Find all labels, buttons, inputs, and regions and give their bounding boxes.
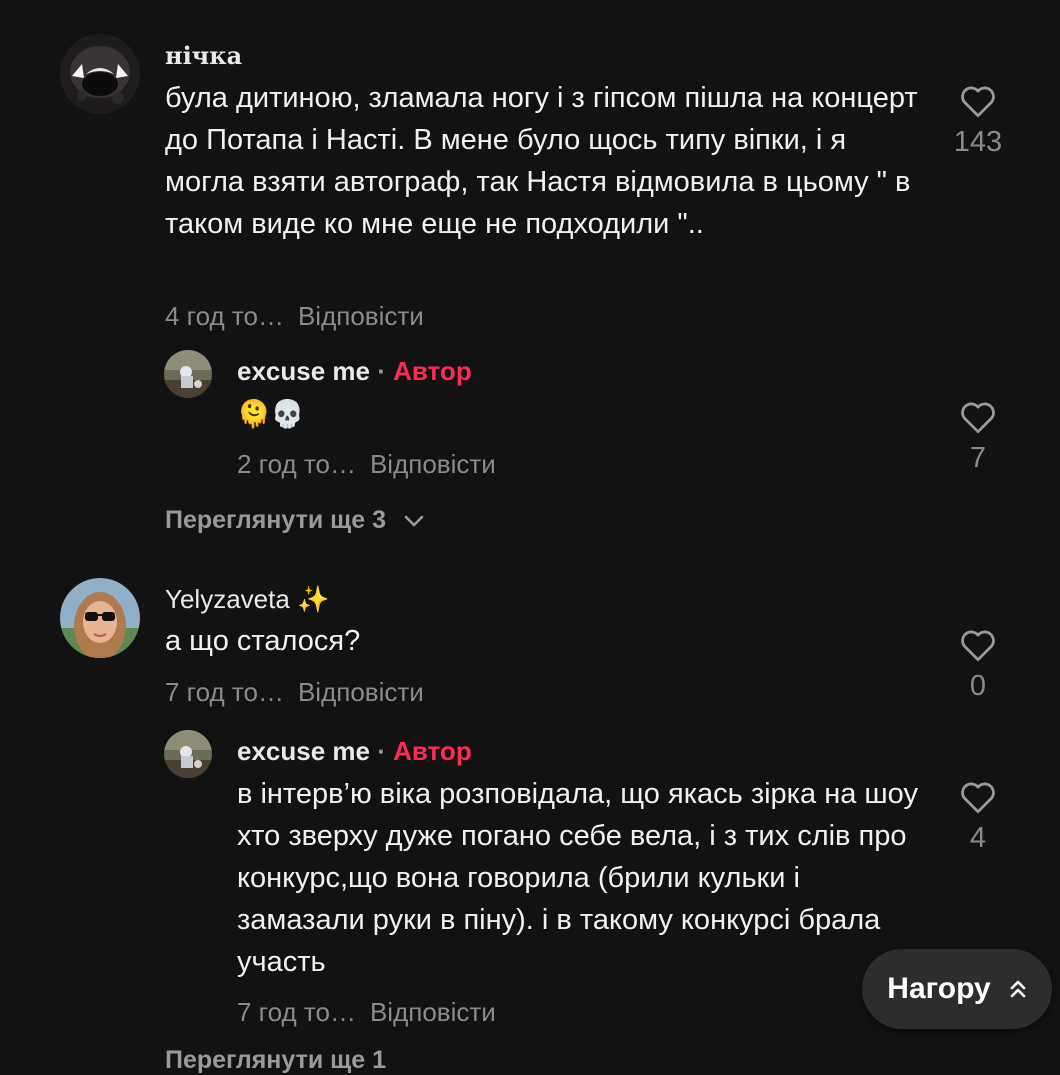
- avatar[interactable]: [164, 350, 212, 398]
- like-button[interactable]: 143: [944, 84, 1012, 159]
- author-badge: Автор: [393, 736, 472, 766]
- author-badge: Автор: [393, 356, 472, 386]
- comment-username[interactable]: Yelyzaveta: [165, 584, 290, 614]
- comment-time: 7 год то…: [165, 677, 284, 707]
- separator: ·: [377, 736, 386, 766]
- reply-button[interactable]: Відповісти: [298, 301, 424, 331]
- like-count: 7: [969, 442, 987, 474]
- view-more-label: Переглянути ще 3: [165, 506, 387, 534]
- heart-outline-icon: [961, 402, 995, 434]
- reply-button[interactable]: Відповісти: [298, 677, 424, 707]
- comment-text: а що сталося?: [165, 625, 361, 657]
- sparkles-icon: ✨: [297, 584, 330, 614]
- comment-time: 7 год то…: [237, 997, 356, 1027]
- comment-meta: 2 год то… Відповісти: [237, 449, 496, 480]
- like-count: 4: [969, 822, 987, 854]
- reply-username-line: excuse me · Автор: [237, 736, 472, 767]
- comment-username[interactable]: excuse me: [237, 356, 370, 386]
- avatar[interactable]: [60, 578, 140, 658]
- reply-button[interactable]: Відповісти: [370, 997, 496, 1027]
- like-count: 143: [953, 126, 1003, 158]
- comment-time: 2 год то…: [237, 449, 356, 479]
- reply-button[interactable]: Відповісти: [370, 449, 496, 479]
- heart-outline-icon: [961, 86, 995, 118]
- chevron-down-icon: [404, 516, 424, 527]
- like-button[interactable]: 7: [944, 400, 1012, 475]
- comment-text: 🫠💀: [237, 399, 305, 429]
- view-more-label: Переглянути ще 1: [165, 1046, 387, 1074]
- view-more-replies-button[interactable]: Переглянути ще 1: [165, 1046, 386, 1075]
- comment-meta: 7 год то… Відповісти: [237, 997, 496, 1028]
- comment-time: 4 год то…: [165, 301, 284, 331]
- comment-text: була дитиною, зламала ногу і з гіпсом пі…: [165, 82, 918, 240]
- view-more-replies-button[interactable]: Переглянути ще 3: [165, 506, 425, 535]
- like-button[interactable]: 4: [944, 780, 1012, 855]
- heart-outline-icon: [961, 782, 995, 814]
- comment-username-line: Yelyzaveta ✨: [165, 584, 329, 615]
- back-to-top-label: Нагору: [887, 972, 991, 1005]
- comment-text: в інтерв’ю віка розповідала, що якась зі…: [237, 778, 918, 978]
- back-to-top-button[interactable]: Нагору: [862, 949, 1052, 1029]
- like-count: 0: [969, 670, 987, 702]
- comment-username[interactable]: excuse me: [237, 736, 370, 766]
- heart-outline-icon: [961, 630, 995, 662]
- double-chevron-up-icon: [1010, 980, 1025, 998]
- comment-username[interactable]: нічка: [165, 41, 242, 70]
- like-button[interactable]: 0: [944, 628, 1012, 703]
- comment-meta: 7 год то… Відповісти: [165, 677, 424, 708]
- separator: ·: [377, 356, 386, 386]
- avatar[interactable]: [164, 730, 212, 778]
- avatar[interactable]: [60, 34, 140, 114]
- comment-meta: 4 год то… Відповісти: [165, 301, 424, 332]
- reply-username-line: excuse me · Автор: [237, 356, 472, 387]
